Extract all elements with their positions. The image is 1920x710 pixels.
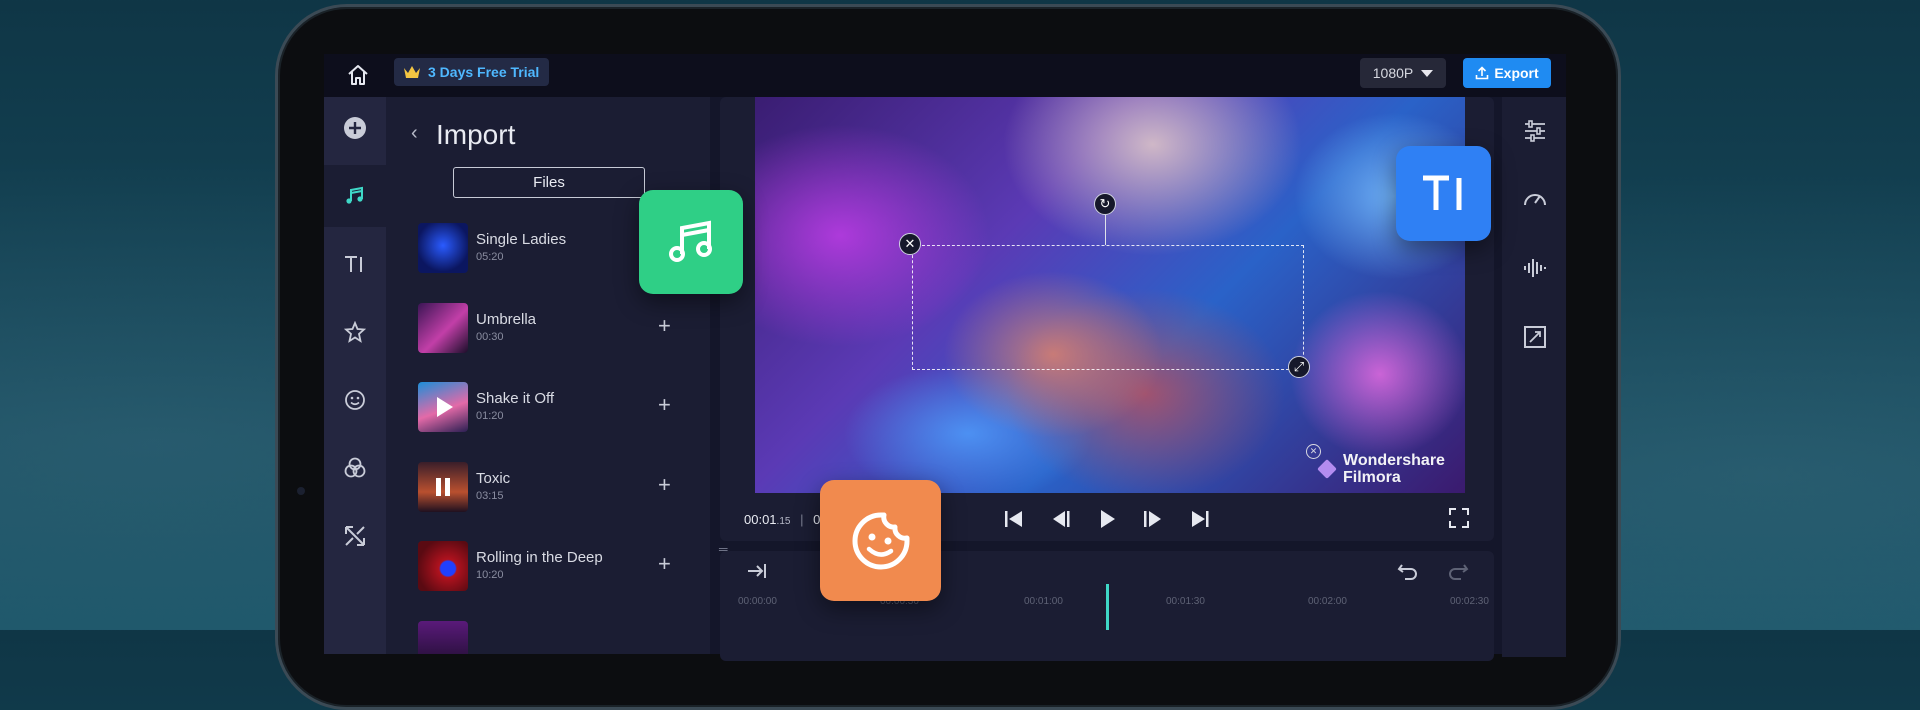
play-icon [437,397,453,417]
add-track-button[interactable]: + [658,472,671,498]
redo-icon[interactable] [1447,561,1469,581]
track-thumbnail [418,303,468,353]
track-item[interactable]: Toxic 03:15 + [418,462,708,520]
track-thumbnail [418,462,468,512]
property-rail [1502,97,1566,657]
track-item[interactable] [418,621,708,654]
track-title: Umbrella [476,311,537,328]
ruler-tick-label: 00:02:00 [1308,596,1347,607]
rotate-handle-stem [1105,215,1106,245]
track-title: Shake it Off [476,390,555,407]
speed-icon[interactable] [1522,186,1548,212]
files-button[interactable]: Files [453,167,645,198]
track-thumbnail [418,223,468,273]
track-duration: 03:15 [476,490,504,502]
upload-icon [1476,66,1489,80]
fullscreen-icon[interactable] [1449,508,1469,528]
timecode-current: 00:01 [744,512,777,527]
playhead[interactable] [1106,584,1109,630]
track-thumbnail [418,621,468,654]
tool-transition[interactable] [324,505,386,567]
resolution-dropdown[interactable]: 1080P [1360,58,1446,88]
free-trial-badge[interactable]: 3 Days Free Trial [394,58,550,86]
tool-sticker[interactable] [324,369,386,431]
jump-to-start-icon[interactable] [746,562,768,580]
effects-icon [344,321,366,343]
track-title: Toxic [476,470,511,487]
ruler-tick-label: 00:01:00 [1024,596,1063,607]
resize-handle-icon[interactable]: ⤢ [1288,356,1310,378]
music-icon [669,220,712,262]
text-selection-box[interactable] [912,245,1304,370]
export-button[interactable]: Export [1463,58,1551,88]
tool-rail [324,97,386,654]
track-duration: 01:20 [476,410,504,422]
add-track-button[interactable]: + [658,313,671,339]
export-label: Export [1494,65,1539,81]
tool-text[interactable] [324,233,386,295]
tool-music[interactable] [324,165,386,227]
home-icon[interactable] [346,64,370,86]
add-track-button[interactable]: + [658,392,671,418]
resolution-value: 1080P [1372,65,1414,81]
watermark: Wondershare Filmora [1343,452,1445,486]
undo-icon[interactable] [1397,561,1419,581]
back-chevron-icon[interactable]: ‹ [411,122,418,145]
text-icon [345,256,362,272]
music-icon [346,186,363,204]
watermark-close-icon[interactable]: ✕ [1306,444,1321,459]
track-thumbnail [418,541,468,591]
text-icon [1422,175,1461,210]
rotate-handle-icon[interactable]: ↻ [1094,193,1116,215]
play-icon[interactable] [1096,508,1118,530]
track-duration: 05:20 [476,251,504,263]
track-title: Rolling in the Deep [476,549,603,566]
crown-icon [404,66,420,78]
import-title: Import [436,119,516,150]
plus-circle-icon [344,117,366,139]
track-thumbnail [418,382,468,432]
filters-icon [344,457,366,478]
previous-frame-icon[interactable] [1050,509,1072,529]
add-media-button[interactable] [324,97,386,159]
skip-end-icon[interactable] [1189,509,1211,529]
track-duration: 00:30 [476,331,504,343]
pause-icon [436,478,450,496]
timecode-frames: .15 [776,516,791,527]
tablet-camera [297,487,305,495]
adjust-icon[interactable] [1522,118,1548,144]
music-feature-tile [639,190,743,294]
top-bar: 3 Days Free Trial 1080P Export [324,54,1566,97]
sticker-icon [345,390,365,410]
sticker-feature-tile [820,480,941,601]
track-title: Single Ladies [476,231,567,248]
ruler-tick-label: 00:02:30 [1450,596,1489,607]
crop-icon[interactable] [1522,324,1548,350]
transition-icon [345,526,365,546]
text-feature-tile [1396,146,1491,241]
audio-wave-icon[interactable] [1522,255,1548,281]
import-panel: ‹ Import Files Single Ladies 05:20 Umbre… [386,97,710,654]
track-item[interactable]: Rolling in the Deep 10:20 + [418,541,708,599]
track-duration: 10:20 [476,569,504,581]
sticker-icon [852,512,909,569]
timecode-separator: | [800,512,804,527]
delete-handle-icon[interactable]: ✕ [899,233,921,255]
ruler-tick-label: 00:00:00 [738,596,777,607]
drag-handle-icon[interactable]: ═ [719,542,728,556]
timecode: 00:01.15 | 00 [744,512,828,527]
watermark-line-1: Wondershare [1343,452,1445,469]
skip-start-icon[interactable] [1003,509,1025,529]
track-item[interactable]: Shake it Off 01:20 + [418,382,708,440]
ruler-tick-label: 00:01:30 [1166,596,1205,607]
free-trial-label: 3 Days Free Trial [428,64,540,80]
watermark-line-2: Filmora [1343,469,1401,486]
next-frame-icon[interactable] [1142,509,1164,529]
track-item[interactable]: Umbrella 00:30 + [418,303,708,361]
chevron-down-icon [1421,69,1434,77]
tool-filters[interactable] [324,437,386,499]
add-track-button[interactable]: + [658,551,671,577]
tool-effects[interactable] [324,301,386,363]
